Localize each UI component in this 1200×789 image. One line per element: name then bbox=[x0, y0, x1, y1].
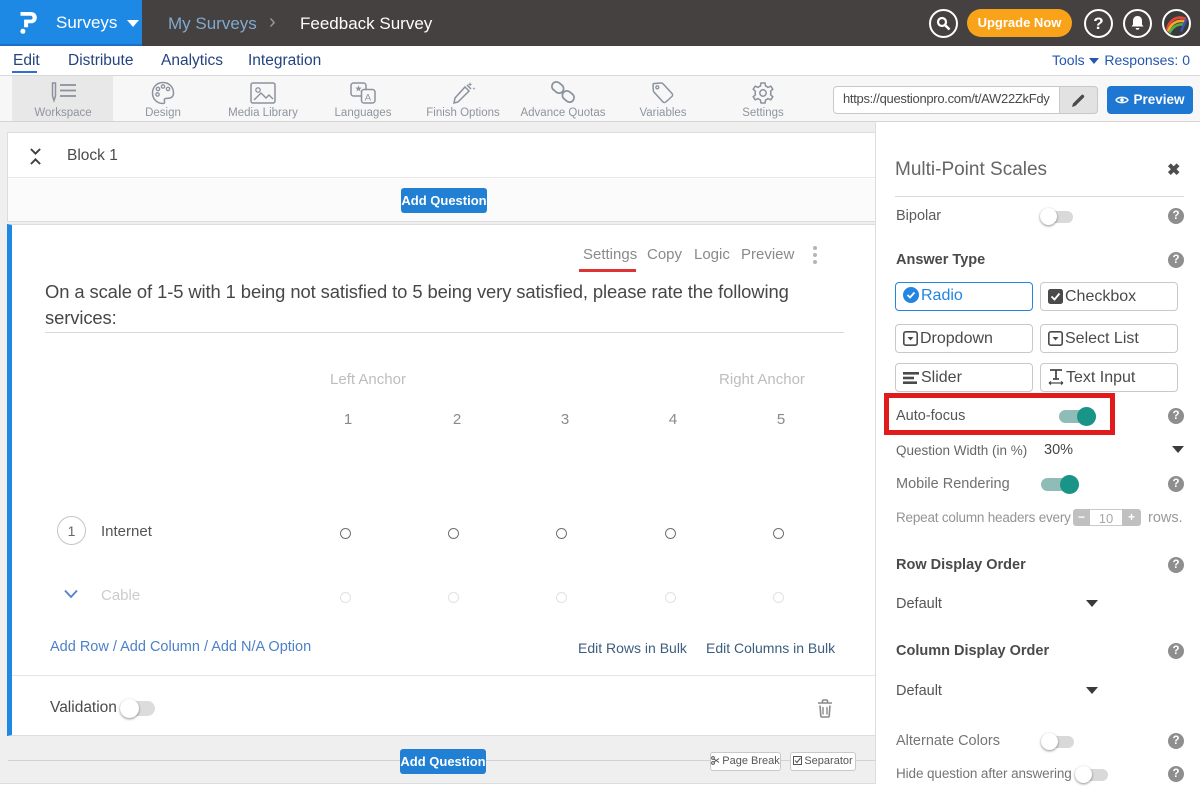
svg-text:A: A bbox=[365, 92, 372, 103]
